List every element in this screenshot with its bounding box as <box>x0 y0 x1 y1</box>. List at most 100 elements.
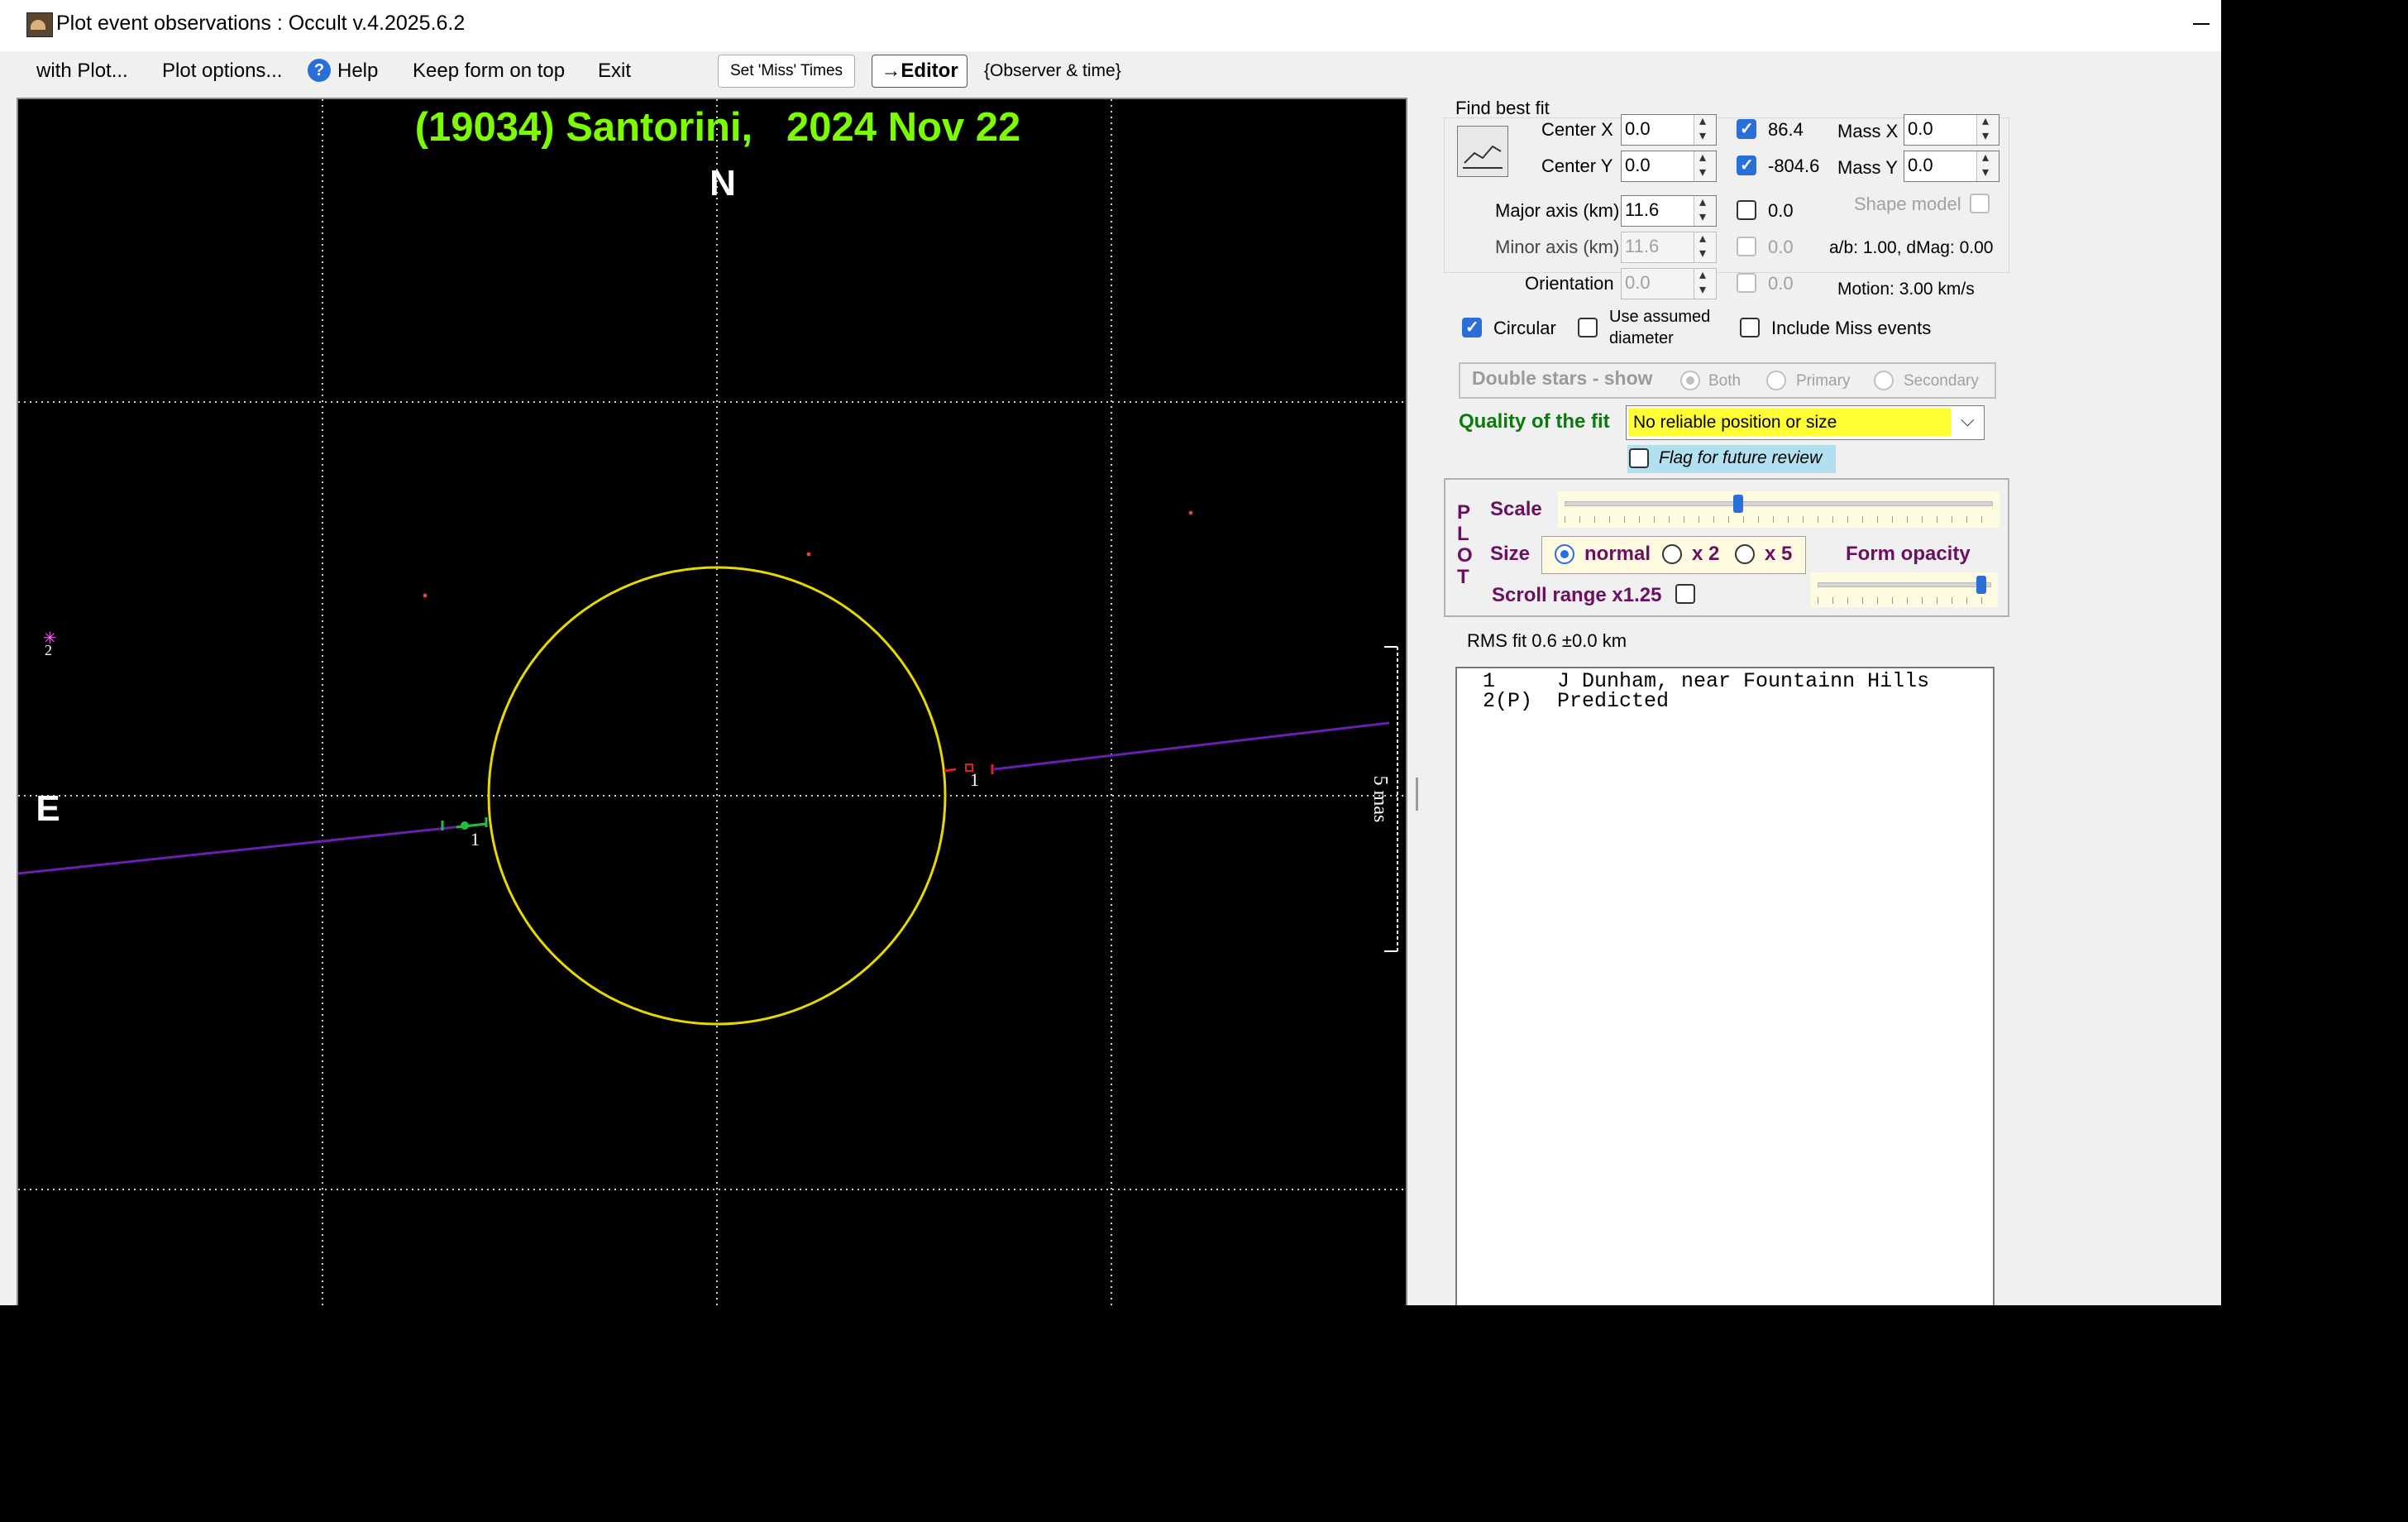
orientation-checkbox[interactable] <box>1737 273 1756 293</box>
mass-x-label: Mass X <box>1837 121 1899 141</box>
mass-y-stepper[interactable]: 0.0 <box>1904 149 1999 182</box>
size-normal-radio[interactable] <box>1555 544 1574 564</box>
scale-label: 5 mas <box>1369 776 1391 823</box>
size-x5-label: x 5 <box>1765 543 1793 565</box>
include-miss-checkbox[interactable] <box>1740 318 1760 337</box>
spin-arrows-icon[interactable] <box>1694 149 1716 181</box>
secondary-radio[interactable] <box>1874 371 1894 390</box>
menu-with-plot[interactable]: with Plot... <box>36 60 128 83</box>
fit-chart-button[interactable] <box>1457 126 1508 177</box>
mass-x-stepper[interactable]: 0.0 <box>1904 112 1999 146</box>
scroll-range-label: Scroll range x1.25 <box>1492 584 1662 606</box>
center-x-stepper[interactable]: 0.0 <box>1621 112 1717 146</box>
editor-button[interactable]: →Editor <box>872 55 967 88</box>
set-miss-times-button[interactable]: Set 'Miss' Times <box>718 55 855 88</box>
primary-radio[interactable] <box>1766 371 1786 390</box>
observer-row[interactable]: 2(P) Predicted <box>1470 691 1669 711</box>
mass-y-value: 0.0 <box>1908 155 1933 175</box>
scale-slider[interactable] <box>1558 491 1999 528</box>
major-axis-checkbox[interactable] <box>1737 200 1756 220</box>
use-assumed-label: Use assumed <box>1609 308 1711 326</box>
orientation-value: 0.0 <box>1625 272 1651 293</box>
minimize-button[interactable] <box>2193 23 2210 25</box>
flag-review-checkbox[interactable] <box>1629 448 1649 468</box>
center-y-label: Center Y <box>1541 156 1613 176</box>
spin-arrows-icon[interactable] <box>1694 112 1716 145</box>
minor-axis-stepper[interactable]: 11.6 <box>1621 230 1717 263</box>
chord-label-left: 1 <box>471 829 480 850</box>
shape-model-checkbox[interactable] <box>1970 194 1990 213</box>
motion-label: Motion: 3.00 km/s <box>1837 280 1975 299</box>
spin-arrows-icon[interactable] <box>1976 149 1999 181</box>
grid-lines <box>18 99 1406 1305</box>
minor-axis-check-value: 0.0 <box>1768 237 1794 257</box>
orientation-check-value: 0.0 <box>1768 273 1794 294</box>
plot-letter-l: L <box>1457 523 1469 545</box>
plot-letter-o: O <box>1457 544 1473 567</box>
major-axis-label: Major axis (km) <box>1495 200 1620 221</box>
observer-list[interactable]: 1 J Dunham, near Fountainn Hills 2(P) Pr… <box>1455 667 1995 1305</box>
chord-label-right: 1 <box>970 769 979 790</box>
window-title: Plot event observations : Occult v.4.202… <box>56 12 466 35</box>
circular-label: Circular <box>1493 318 1556 338</box>
menu-exit[interactable]: Exit <box>598 60 631 83</box>
center-x-check-value: 86.4 <box>1768 119 1804 140</box>
help-icon[interactable]: ? <box>308 59 331 82</box>
spin-arrows-icon[interactable] <box>1976 112 1999 145</box>
plot-window: Plot event observations : Occult v.4.202… <box>0 0 2221 1305</box>
minor-axis-checkbox[interactable] <box>1737 237 1756 256</box>
quality-select[interactable]: No reliable position or size ⌵ <box>1626 405 1985 440</box>
plot-letter-t: T <box>1457 566 1469 588</box>
center-y-value: 0.0 <box>1625 155 1651 175</box>
double-stars-label: Double stars - show <box>1472 367 1653 389</box>
opacity-slider-track <box>1818 582 1991 587</box>
chord-left <box>18 822 487 875</box>
menu-keep-on-top[interactable]: Keep form on top <box>413 60 565 83</box>
orientation-stepper[interactable]: 0.0 <box>1621 266 1717 299</box>
splitter-handle[interactable] <box>1416 778 1418 811</box>
chord-right <box>993 721 1390 771</box>
minor-axis-value: 11.6 <box>1625 236 1660 256</box>
center-y-stepper[interactable]: 0.0 <box>1621 149 1717 182</box>
opacity-slider-thumb[interactable] <box>1976 576 1986 594</box>
spin-arrows-icon[interactable] <box>1694 194 1716 226</box>
scale-slider-track <box>1565 501 1993 506</box>
plot-canvas[interactable]: (19034) Santorini, 2024 Nov 22 N E 1 1 ✳… <box>17 98 1407 1305</box>
menu-bar: with Plot... Plot options... ? Help Keep… <box>0 51 2221 94</box>
flag-review-label: Flag for future review <box>1659 448 1823 467</box>
menu-help[interactable]: Help <box>337 60 378 83</box>
scale-slider-thumb[interactable] <box>1733 495 1743 513</box>
title-bar: Plot event observations : Occult v.4.202… <box>0 0 2221 51</box>
plot-title: (19034) Santorini, 2024 Nov 22 <box>415 105 1021 150</box>
major-axis-stepper[interactable]: 11.6 <box>1621 194 1717 227</box>
quality-select-value: No reliable position or size <box>1633 413 1837 432</box>
ab-dmag-label: a/b: 1.00, dMag: 0.00 <box>1829 238 1994 257</box>
circular-checkbox[interactable] <box>1462 317 1482 337</box>
form-opacity-label: Form opacity <box>1846 543 1971 565</box>
menu-plot-options[interactable]: Plot options... <box>162 60 282 83</box>
spin-arrows-icon[interactable] <box>1694 230 1716 262</box>
orientation-label: Orientation <box>1525 273 1614 294</box>
app-icon <box>26 12 53 37</box>
center-x-value: 0.0 <box>1625 118 1651 139</box>
size-x2-radio[interactable] <box>1662 544 1682 564</box>
star-label: 2 <box>45 642 52 658</box>
center-y-checkbox[interactable] <box>1737 155 1756 175</box>
center-x-label: Center X <box>1541 119 1613 140</box>
both-radio[interactable] <box>1680 371 1700 390</box>
scale-slider-ticks <box>1565 516 1991 523</box>
size-x2-label: x 2 <box>1692 543 1720 565</box>
center-x-checkbox[interactable] <box>1737 118 1756 139</box>
opacity-slider[interactable] <box>1811 572 1998 607</box>
north-label: N <box>710 163 736 203</box>
use-assumed-diameter-checkbox[interactable] <box>1578 318 1598 337</box>
center-y-check-value: -804.6 <box>1768 156 1820 176</box>
star-dot <box>806 552 811 557</box>
both-label: Both <box>1708 372 1742 390</box>
find-best-fit-label: Find best fit <box>1455 98 1550 118</box>
spin-arrows-icon[interactable] <box>1694 266 1716 299</box>
size-x5-radio[interactable] <box>1735 544 1755 564</box>
scroll-range-checkbox[interactable] <box>1675 584 1695 604</box>
opacity-slider-ticks <box>1818 597 1990 604</box>
chevron-down-icon[interactable]: ⌵ <box>1961 409 1975 431</box>
